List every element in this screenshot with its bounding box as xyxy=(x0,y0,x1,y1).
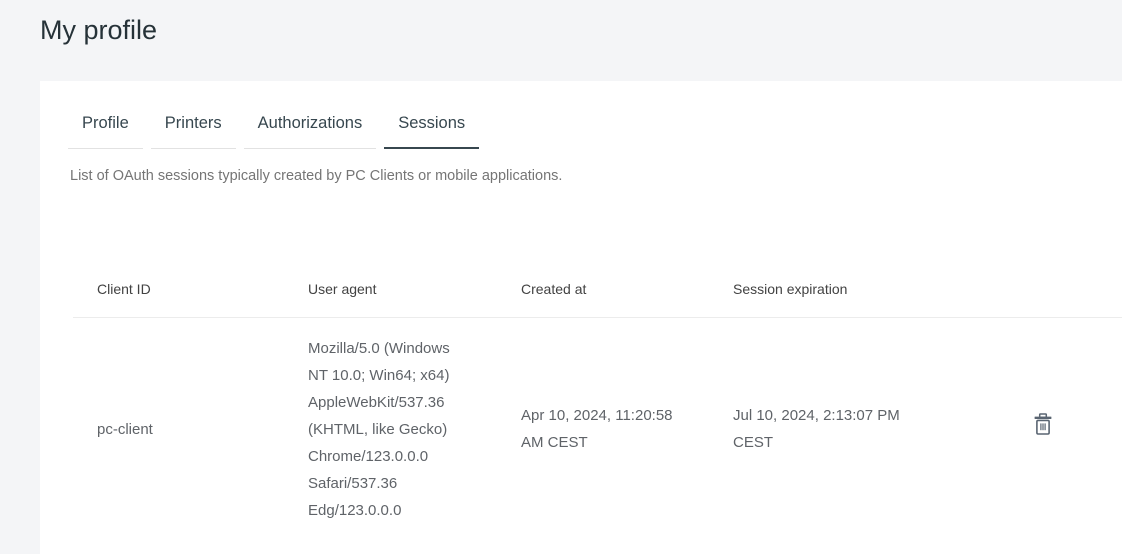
sessions-table: Client ID User agent Created at Session … xyxy=(73,261,1122,541)
session-expiration-value: Jul 10, 2024, 2:13:07 PM CEST xyxy=(733,402,903,456)
col-header-created-at: Created at xyxy=(497,261,709,317)
sessions-table-wrap: Client ID User agent Created at Session … xyxy=(73,261,1122,541)
session-expiration-cell: Jul 10, 2024, 2:13:07 PM CEST xyxy=(709,317,940,541)
actions-cell xyxy=(940,317,1122,541)
profile-tabs: Profile Printers Authorizations Sessions xyxy=(68,81,1122,149)
client-id-value: pc-client xyxy=(97,416,284,443)
tab-sessions[interactable]: Sessions xyxy=(384,100,479,149)
tab-profile[interactable]: Profile xyxy=(68,100,143,149)
created-at-value: Apr 10, 2024, 11:20:58 AM CEST xyxy=(521,402,691,456)
tab-printers[interactable]: Printers xyxy=(151,100,236,149)
col-header-client-id: Client ID xyxy=(73,261,284,317)
trash-icon xyxy=(1033,424,1053,439)
user-agent-value: Mozilla/5.0 (Windows NT 10.0; Win64; x64… xyxy=(308,335,468,524)
delete-session-button[interactable] xyxy=(1033,413,1053,436)
sessions-description: List of OAuth sessions typically created… xyxy=(70,166,1122,187)
col-header-actions xyxy=(940,261,1122,317)
page-header: My profile xyxy=(0,0,1122,81)
table-header-row: Client ID User agent Created at Session … xyxy=(73,261,1122,317)
page-title: My profile xyxy=(40,14,157,46)
tab-authorizations[interactable]: Authorizations xyxy=(244,100,377,149)
table-row: pc-client Mozilla/5.0 (Windows NT 10.0; … xyxy=(73,317,1122,541)
created-at-cell: Apr 10, 2024, 11:20:58 AM CEST xyxy=(497,317,709,541)
col-header-user-agent: User agent xyxy=(284,261,497,317)
user-agent-cell: Mozilla/5.0 (Windows NT 10.0; Win64; x64… xyxy=(284,317,497,541)
profile-card: Profile Printers Authorizations Sessions… xyxy=(40,81,1122,554)
client-id-cell: pc-client xyxy=(73,317,284,541)
col-header-session-expiration: Session expiration xyxy=(709,261,940,317)
